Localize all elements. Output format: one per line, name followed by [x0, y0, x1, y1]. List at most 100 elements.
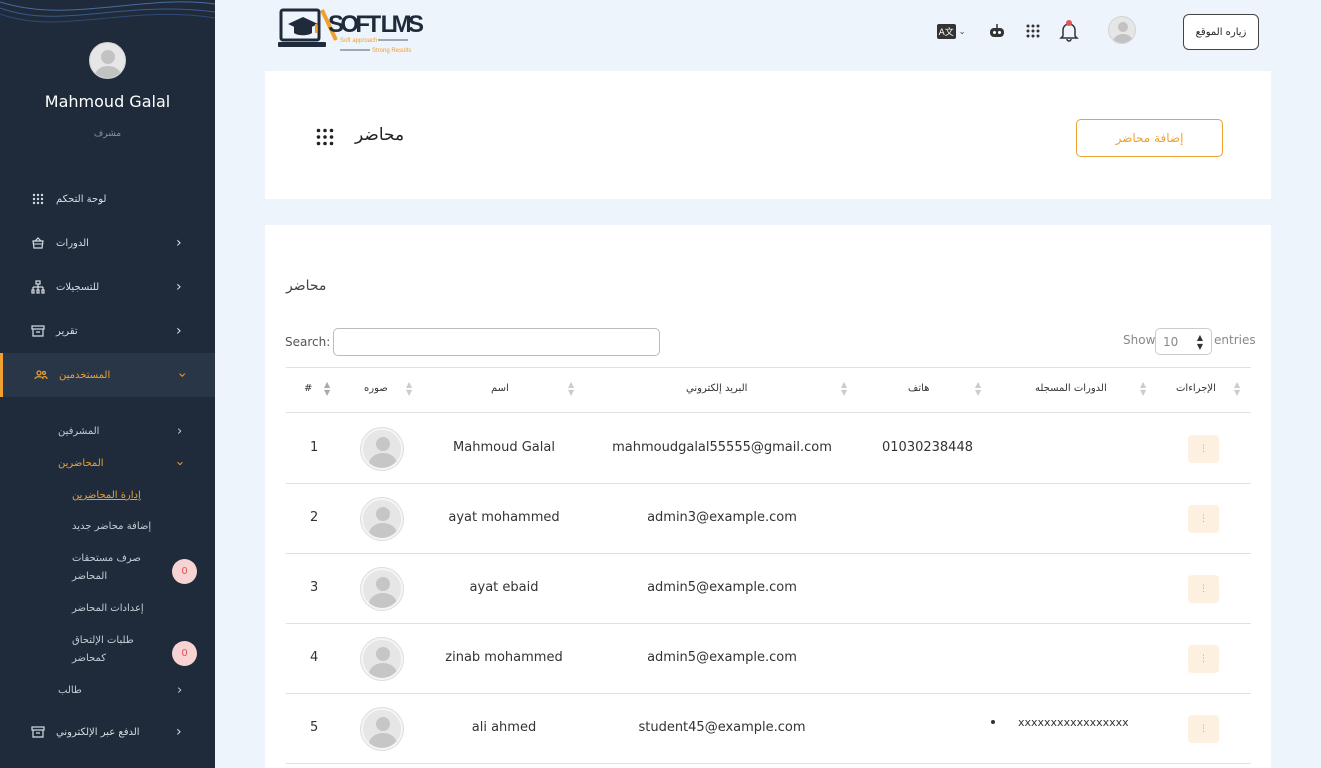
- row-name: zinab mohammed: [445, 650, 563, 665]
- sidebar-sub-manage-instructors[interactable]: إدارة المحاضرين: [0, 490, 215, 506]
- sort-icon[interactable]: ▲ ▼: [324, 381, 330, 397]
- sidebar-avatar[interactable]: [89, 42, 126, 79]
- sidebar-item-label: للتسجيلات: [56, 281, 100, 293]
- row-name: ali ahmed: [471, 720, 537, 735]
- sort-icon[interactable]: ▲ ▼: [841, 381, 847, 397]
- chevron-down-icon: ⌄: [958, 26, 966, 36]
- grid-icon: [32, 193, 44, 205]
- col-header-email[interactable]: البريد إلكتروني: [686, 383, 747, 394]
- row-phone: 01030238448: [882, 440, 973, 455]
- sidebar-item-label: لوحة التحكم: [56, 193, 107, 205]
- sidebar-sub-supervisors[interactable]: المشرفين ›: [0, 424, 215, 442]
- sidebar-sub-instructor-settings[interactable]: إعدادات المحاضر: [0, 603, 215, 619]
- sidebar-sub-instructors[interactable]: المحاضرين ›: [0, 458, 215, 474]
- row-actions-button[interactable]: ⋮: [1188, 575, 1219, 603]
- entries-label: entries: [1214, 333, 1256, 347]
- sort-icon[interactable]: ▲ ▼: [1140, 381, 1146, 397]
- page-size-value: 10: [1163, 334, 1179, 349]
- chevron-right-icon: ›: [177, 424, 183, 439]
- page-title: محاضر: [355, 125, 405, 145]
- sitemap-icon: [31, 280, 45, 294]
- sidebar-wave-decoration: [0, 1, 215, 23]
- robot-icon[interactable]: [986, 20, 1008, 42]
- sidebar-sub-label-2: كمحاضر: [72, 653, 107, 664]
- join-requests-badge: 0: [172, 641, 197, 666]
- sort-icon[interactable]: ▲ ▼: [406, 381, 412, 397]
- svg-text:SOFT LMS: SOFT LMS: [328, 11, 424, 38]
- notification-bell-icon[interactable]: [1058, 20, 1080, 42]
- archive-icon: [31, 726, 45, 738]
- sidebar-item-online-payment[interactable]: الدفع عبر الإلكتروني ›: [0, 710, 215, 754]
- svg-text:Soft approach: Soft approach: [340, 38, 377, 44]
- row-actions-button[interactable]: ⋮: [1188, 715, 1219, 743]
- row-num: 2: [310, 510, 319, 525]
- grid-icon: [316, 128, 334, 146]
- row-email: admin5@example.com: [647, 650, 797, 665]
- row-name: ayat ebaid: [469, 580, 539, 595]
- sidebar-sub-label: المحاضرين: [58, 458, 104, 469]
- soft-lms-logo[interactable]: SOFT LMS Soft approach Strong Results: [278, 6, 428, 56]
- row-avatar: [361, 428, 403, 470]
- chevron-right-icon: ›: [176, 279, 182, 295]
- row-avatar: [361, 568, 403, 610]
- row-avatar: [361, 498, 403, 540]
- row-num: 1: [310, 440, 319, 455]
- col-header-phone[interactable]: هاتف: [908, 383, 929, 394]
- row-email: student45@example.com: [638, 720, 806, 735]
- sidebar-sub-label: إضافة محاضر جديد: [72, 521, 152, 532]
- row-actions-button[interactable]: ⋮: [1188, 435, 1219, 463]
- sidebar-sub-students[interactable]: طالب ›: [0, 683, 215, 701]
- sidebar-sub-label: إدارة المحاضرين: [72, 490, 141, 501]
- apps-grid-icon[interactable]: [1022, 20, 1044, 42]
- table-row: 1 Mahmoud Galal mahmoudgalal55555@gmail.…: [286, 414, 1251, 484]
- user-avatar[interactable]: [1108, 16, 1136, 44]
- sort-arrows-icon: ▲ ▼: [1196, 332, 1203, 351]
- col-header-courses[interactable]: الدورات المسجله: [1035, 383, 1107, 394]
- sidebar-item-courses[interactable]: الدورات ›: [0, 221, 215, 265]
- visit-site-button[interactable]: زياره الموقع: [1183, 14, 1259, 50]
- table-row: 4 zinab mohammed admin5@example.com ⋮: [286, 624, 1251, 694]
- table-row: 5 ali ahmed student45@example.com xxxxxx…: [286, 694, 1251, 764]
- basket-icon: [32, 237, 44, 249]
- sort-icon[interactable]: ▲ ▼: [1234, 381, 1240, 397]
- row-avatar: [361, 708, 403, 750]
- row-actions-button[interactable]: ⋮: [1188, 505, 1219, 533]
- search-label: Search:: [285, 335, 331, 349]
- row-num: 4: [310, 650, 319, 665]
- search-input[interactable]: [333, 328, 660, 356]
- col-header-num[interactable]: #: [304, 383, 312, 394]
- sidebar-item-users[interactable]: المستخدمين ›: [0, 353, 215, 397]
- row-email: admin3@example.com: [647, 510, 797, 525]
- sidebar-sub-payouts[interactable]: صرف مستحقات المحاضر 0: [0, 553, 215, 589]
- sidebar-item-dashboard[interactable]: لوحة التحكم: [0, 177, 215, 221]
- page-size-select[interactable]: 10 ▲ ▼: [1155, 328, 1212, 355]
- row-num: 5: [310, 720, 319, 735]
- col-header-photo[interactable]: صوره: [364, 383, 388, 394]
- col-header-actions[interactable]: الإجراءات: [1176, 383, 1216, 394]
- sidebar-item-registrations[interactable]: للتسجيلات ›: [0, 265, 215, 309]
- table-header: # ▲ ▼ صوره ▲ ▼ اسم ▲ ▼ البريد إلكتروني ▲ ▼ ه…: [286, 367, 1251, 413]
- sidebar-user-name: Mahmoud Galal: [44, 92, 171, 111]
- sort-icon[interactable]: ▲ ▼: [568, 381, 574, 397]
- payouts-badge: 0: [172, 559, 197, 584]
- chevron-right-icon: ›: [177, 683, 183, 698]
- sidebar-sub-join-requests[interactable]: طلبات الإلتحاق كمحاضر 0: [0, 635, 215, 671]
- sidebar-sub-label: إعدادات المحاضر: [72, 603, 144, 614]
- row-email: admin5@example.com: [647, 580, 797, 595]
- col-header-name[interactable]: اسم: [491, 383, 509, 394]
- sidebar-sub-label: طالب: [58, 685, 82, 696]
- chevron-down-icon: ›: [172, 460, 188, 467]
- sort-icon[interactable]: ▲ ▼: [975, 381, 981, 397]
- sidebar-sub-label: المشرفين: [58, 426, 100, 437]
- language-switcher[interactable]: A文 ⌄: [935, 20, 967, 42]
- sidebar-sub-add-instructor[interactable]: إضافة محاضر جديد: [0, 521, 215, 537]
- row-actions-button[interactable]: ⋮: [1188, 645, 1219, 673]
- sidebar-item-report[interactable]: تقرير ›: [0, 309, 215, 353]
- sidebar-sub-label: صرف مستحقات: [72, 553, 141, 564]
- table-row: 2 ayat mohammed admin3@example.com ⋮: [286, 484, 1251, 554]
- chevron-right-icon: ›: [176, 235, 182, 251]
- chevron-right-icon: ›: [176, 724, 182, 740]
- sidebar-sub-label: طلبات الإلتحاق: [72, 635, 134, 646]
- sidebar-sub-label-2: المحاضر: [72, 571, 108, 582]
- add-instructor-button[interactable]: إضافة محاضر: [1076, 119, 1223, 157]
